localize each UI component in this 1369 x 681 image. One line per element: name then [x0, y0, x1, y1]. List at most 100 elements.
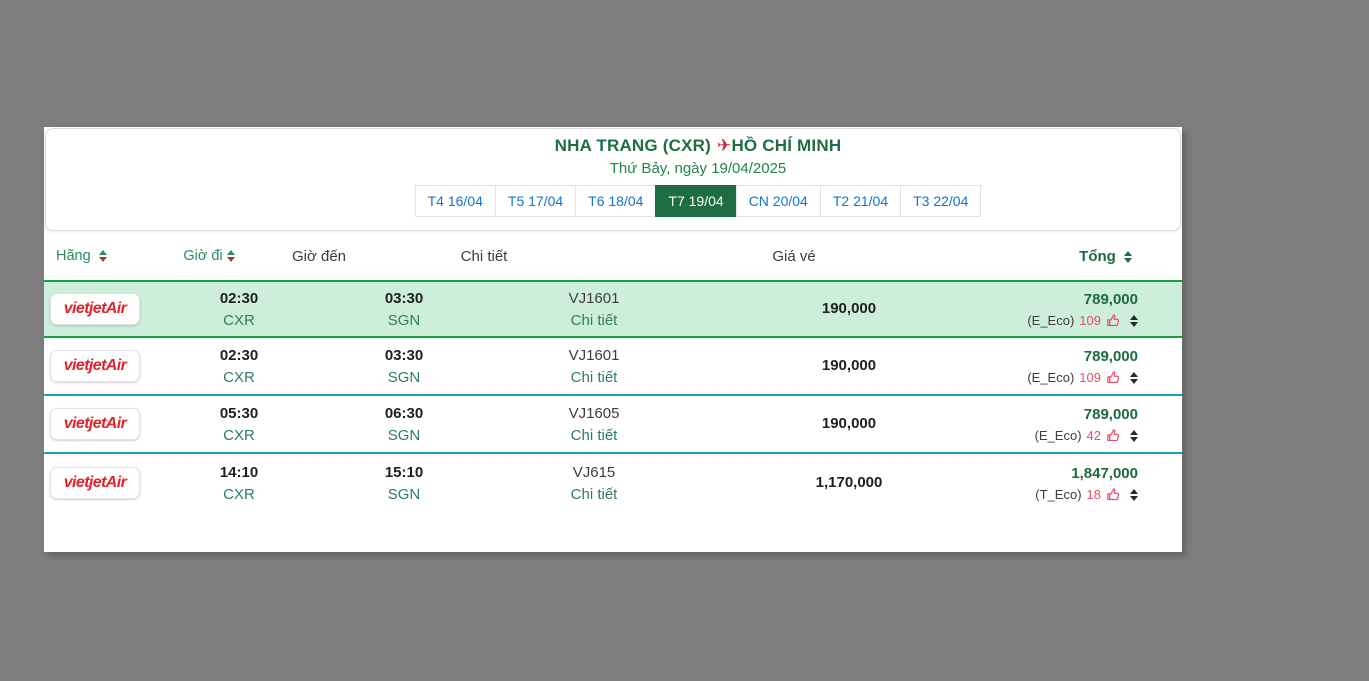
plane-icon: ✈: [717, 136, 731, 155]
total-value: 1,847,000: [994, 462, 1138, 485]
column-header-airline[interactable]: Hãng: [44, 248, 164, 264]
total-cell: 789,000 (E_Eco) 109: [994, 288, 1182, 329]
flight-results-panel: NHA TRANG (CXR)✈HỒ CHÍ MINH Thứ Bảy, ngà…: [44, 127, 1182, 552]
thumbs-up-icon: [1106, 428, 1121, 443]
row-sort-icon[interactable]: [1130, 315, 1138, 327]
detail-link[interactable]: Chi tiết: [484, 367, 704, 388]
fare-value: 190,000: [704, 297, 994, 320]
route-from-label: NHA TRANG (CXR): [555, 136, 711, 155]
column-header-arrive-label: Giờ đến: [292, 248, 346, 265]
fare-value: 190,000: [704, 412, 994, 435]
flight-row[interactable]: vietjetAir 14:10 CXR 15:10 SGN VJ615 Chi…: [44, 454, 1182, 512]
detail-link[interactable]: Chi tiết: [484, 484, 704, 505]
date-tab-T2-21-04[interactable]: T2 21/04: [820, 185, 901, 217]
total-cell: 1,847,000 (T_Eco) 18: [994, 462, 1182, 503]
detail-cell: VJ1605 Chi tiết: [484, 402, 704, 446]
date-tab-T3-22-04[interactable]: T3 22/04: [900, 185, 981, 217]
depart-time: 14:10: [154, 461, 324, 484]
column-header-total-label: Tổng: [1079, 248, 1116, 265]
depart-airport-code: CXR: [154, 484, 324, 505]
fare-class-label: (T_Eco): [1035, 486, 1081, 504]
detail-link[interactable]: Chi tiết: [484, 425, 704, 446]
column-header-total[interactable]: Tổng: [1004, 248, 1182, 265]
date-tab-T6-18-04[interactable]: T6 18/04: [575, 185, 656, 217]
date-tabs: T4 16/04T5 17/04T6 18/04T7 19/04CN 20/04…: [415, 185, 982, 217]
arrive-airport-code: SGN: [324, 484, 484, 505]
route-header-card: NHA TRANG (CXR)✈HỒ CHÍ MINH Thứ Bảy, ngà…: [45, 128, 1181, 231]
arrive-airport-code: SGN: [324, 310, 484, 331]
flight-number: VJ615: [484, 461, 704, 484]
route-title: NHA TRANG (CXR)✈HỒ CHÍ MINH: [216, 136, 1180, 156]
row-sort-icon[interactable]: [1130, 372, 1138, 384]
likes-count: 42: [1087, 427, 1101, 445]
flight-row[interactable]: vietjetAir 02:30 CXR 03:30 SGN VJ1601 Ch…: [44, 338, 1182, 396]
fare-value: 190,000: [704, 354, 994, 377]
depart-airport-code: CXR: [154, 367, 324, 388]
total-value: 789,000: [994, 288, 1138, 311]
sort-icon-total[interactable]: [1124, 251, 1132, 263]
depart-cell: 05:30 CXR: [154, 402, 324, 446]
arrive-airport-code: SGN: [324, 367, 484, 388]
sort-icon-depart[interactable]: [227, 250, 235, 262]
vietjet-logo: vietjetAir: [50, 293, 140, 325]
column-header-depart[interactable]: Giờ đi: [164, 248, 254, 264]
likes-count: 109: [1079, 369, 1101, 387]
depart-time: 05:30: [154, 402, 324, 425]
detail-link[interactable]: Chi tiết: [484, 310, 704, 331]
depart-cell: 14:10 CXR: [154, 461, 324, 505]
fare-class-label: (E_Eco): [1027, 369, 1074, 387]
depart-time: 02:30: [154, 287, 324, 310]
detail-cell: VJ1601 Chi tiết: [484, 287, 704, 331]
thumbs-up-icon: [1106, 487, 1121, 502]
flight-rows: vietjetAir 02:30 CXR 03:30 SGN VJ1601 Ch…: [44, 280, 1182, 512]
arrive-cell: 06:30 SGN: [324, 402, 484, 446]
flight-number: VJ1605: [484, 402, 704, 425]
vietjet-logo: vietjetAir: [50, 408, 140, 440]
total-cell: 789,000 (E_Eco) 109: [994, 345, 1182, 386]
fare-cell: 1,170,000: [704, 471, 994, 494]
total-cell: 789,000 (E_Eco) 42: [994, 403, 1182, 444]
total-value: 789,000: [994, 403, 1138, 426]
sort-icon-airline[interactable]: [99, 250, 107, 262]
row-sort-icon[interactable]: [1130, 489, 1138, 501]
route-date-label: Thứ Bảy, ngày 19/04/2025: [216, 160, 1180, 177]
arrive-cell: 03:30 SGN: [324, 344, 484, 388]
table-header-row: Hãng Giờ đi Giờ đến Chi tiết Giá vé Tổng: [44, 232, 1182, 280]
date-tab-T7-19-04[interactable]: T7 19/04: [655, 185, 736, 217]
depart-airport-code: CXR: [154, 310, 324, 331]
thumbs-up-icon: [1106, 313, 1121, 328]
flight-number: VJ1601: [484, 287, 704, 310]
vietjet-logo: vietjetAir: [50, 350, 140, 382]
depart-cell: 02:30 CXR: [154, 344, 324, 388]
column-header-fare: Giá vé: [584, 248, 1004, 265]
fare-value: 1,170,000: [704, 471, 994, 494]
arrive-time: 15:10: [324, 461, 484, 484]
airline-cell: vietjetAir: [44, 467, 154, 499]
depart-airport-code: CXR: [154, 425, 324, 446]
arrive-cell: 03:30 SGN: [324, 287, 484, 331]
depart-cell: 02:30 CXR: [154, 287, 324, 331]
arrive-time: 06:30: [324, 402, 484, 425]
arrive-time: 03:30: [324, 287, 484, 310]
date-tab-T5-17-04[interactable]: T5 17/04: [495, 185, 576, 217]
column-header-fare-label: Giá vé: [772, 248, 815, 265]
column-header-detail-label: Chi tiết: [461, 248, 508, 265]
likes-count: 18: [1087, 486, 1101, 504]
vietjet-logo: vietjetAir: [50, 467, 140, 499]
detail-cell: VJ1601 Chi tiết: [484, 344, 704, 388]
airline-cell: vietjetAir: [44, 293, 154, 325]
date-tab-T4-16-04[interactable]: T4 16/04: [415, 185, 496, 217]
airline-cell: vietjetAir: [44, 408, 154, 440]
airline-cell: vietjetAir: [44, 350, 154, 382]
flight-number: VJ1601: [484, 344, 704, 367]
flight-row[interactable]: vietjetAir 05:30 CXR 06:30 SGN VJ1605 Ch…: [44, 396, 1182, 454]
row-sort-icon[interactable]: [1130, 430, 1138, 442]
flight-row[interactable]: vietjetAir 02:30 CXR 03:30 SGN VJ1601 Ch…: [44, 280, 1182, 338]
arrive-cell: 15:10 SGN: [324, 461, 484, 505]
fare-cell: 190,000: [704, 297, 994, 320]
depart-time: 02:30: [154, 344, 324, 367]
column-header-detail: Chi tiết: [384, 248, 584, 265]
date-tab-CN-20-04[interactable]: CN 20/04: [736, 185, 821, 217]
column-header-arrive: Giờ đến: [254, 248, 384, 265]
arrive-airport-code: SGN: [324, 425, 484, 446]
